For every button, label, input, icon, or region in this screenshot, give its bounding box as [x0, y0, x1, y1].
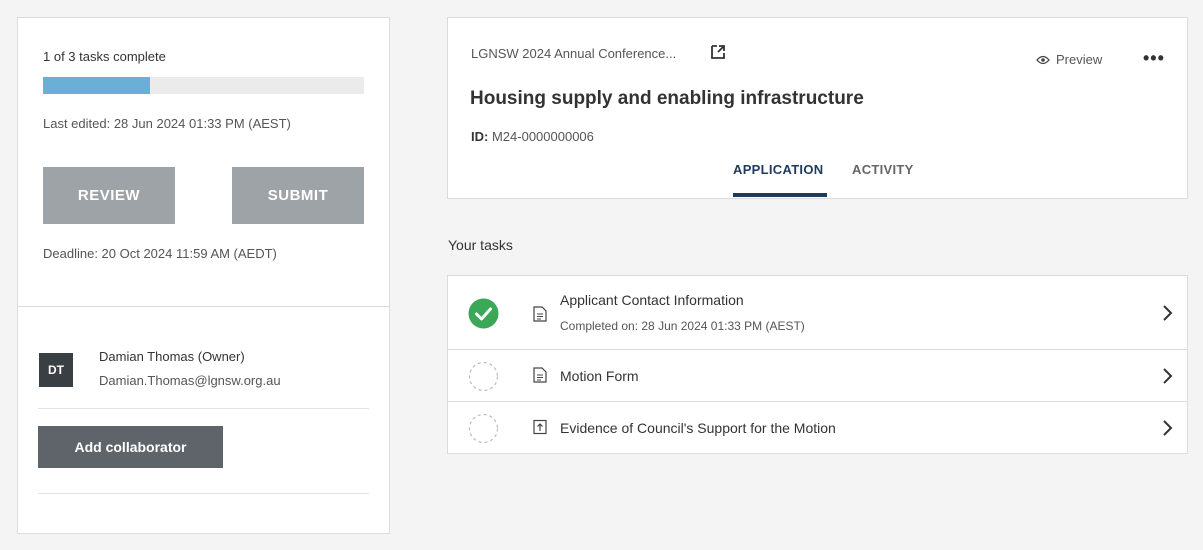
task-row-applicant-contact[interactable]: Applicant Contact Information Completed … — [448, 276, 1187, 350]
divider — [38, 408, 369, 409]
task-completed-date: Completed on: 28 Jun 2024 01:33 PM (AEST… — [560, 319, 805, 333]
tasks-heading: Your tasks — [448, 237, 513, 253]
document-icon — [533, 306, 547, 322]
preview-button[interactable]: Preview — [1036, 52, 1102, 67]
tab-application[interactable]: APPLICATION — [733, 162, 823, 177]
owner-email: Damian.Thomas@lgnsw.org.au — [99, 373, 281, 388]
application-header: LGNSW 2024 Annual Conference... Preview … — [447, 17, 1188, 199]
divider — [38, 493, 369, 494]
breadcrumb[interactable]: LGNSW 2024 Annual Conference... — [471, 46, 676, 61]
progress-bar — [43, 77, 364, 94]
document-icon — [533, 367, 547, 383]
preview-label: Preview — [1056, 52, 1103, 67]
eye-icon — [1036, 55, 1050, 64]
empty-circle-icon — [468, 413, 499, 444]
id-value: M24-0000000006 — [491, 129, 594, 144]
task-list: Applicant Contact Information Completed … — [447, 275, 1188, 454]
avatar: DT — [39, 353, 73, 387]
application-id: ID: M24-0000000006 — [471, 129, 594, 144]
progress-bar-fill — [43, 77, 150, 94]
chevron-right-icon — [1163, 368, 1173, 384]
upload-icon — [533, 419, 547, 435]
chevron-right-icon — [1163, 305, 1173, 321]
divider — [18, 306, 389, 307]
submission-summary-panel: 1 of 3 tasks complete Last edited: 28 Ju… — [17, 17, 390, 534]
more-options-icon[interactable]: ••• — [1143, 48, 1165, 69]
external-link-icon[interactable] — [709, 43, 727, 61]
progress-label: 1 of 3 tasks complete — [43, 49, 166, 64]
empty-circle-icon — [468, 361, 499, 392]
submit-button[interactable]: SUBMIT — [232, 167, 364, 224]
deadline-text: Deadline: 20 Oct 2024 11:59 AM (AEDT) — [43, 246, 277, 261]
last-edited-text: Last edited: 28 Jun 2024 01:33 PM (AEST) — [43, 116, 291, 131]
chevron-right-icon — [1163, 420, 1173, 436]
add-collaborator-button[interactable]: Add collaborator — [38, 426, 223, 468]
task-row-motion-form[interactable]: Motion Form — [448, 350, 1187, 402]
task-row-evidence-of-support[interactable]: Evidence of Council's Support for the Mo… — [448, 402, 1187, 454]
task-title: Evidence of Council's Support for the Mo… — [560, 420, 836, 436]
task-title: Applicant Contact Information — [560, 292, 744, 308]
check-circle-icon — [468, 298, 499, 329]
page-title: Housing supply and enabling infrastructu… — [470, 88, 864, 109]
task-title: Motion Form — [560, 368, 639, 384]
review-button[interactable]: REVIEW — [43, 167, 175, 224]
id-label: ID: — [471, 129, 489, 144]
owner-name: Damian Thomas (Owner) — [99, 349, 245, 364]
tab-activity[interactable]: ACTIVITY — [852, 162, 914, 177]
active-tab-indicator — [733, 193, 827, 197]
